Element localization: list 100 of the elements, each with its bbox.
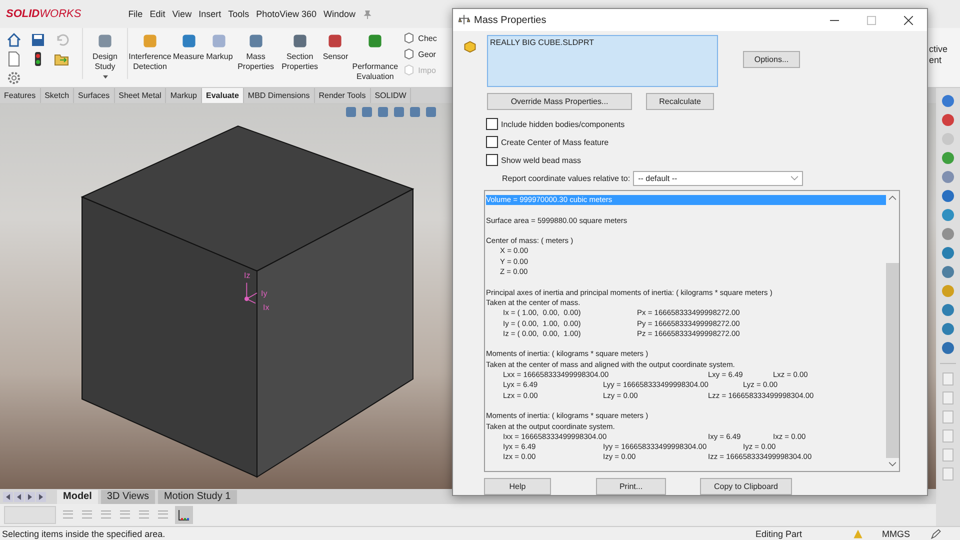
axis-label: Iz <box>244 271 250 280</box>
selection-list[interactable]: REALLY BIG CUBE.SLDPRT <box>487 35 718 87</box>
part-icon <box>463 39 477 53</box>
axis-label: Iy <box>261 289 268 298</box>
task-pane-icon[interactable] <box>940 93 956 109</box>
checkbox[interactable] <box>486 154 498 166</box>
dialog-button[interactable]: Help <box>484 478 551 495</box>
menu-item[interactable]: View <box>172 9 192 19</box>
tool-icon <box>366 32 384 50</box>
pin-icon[interactable] <box>362 10 372 18</box>
view-tool-icon[interactable] <box>361 106 373 118</box>
checkbox[interactable] <box>486 118 498 130</box>
view-tool-icon[interactable] <box>425 106 437 118</box>
ribbon-tool[interactable]: Performance Evaluation <box>349 28 402 82</box>
settings-icon[interactable] <box>6 70 22 86</box>
ribbon-tool[interactable]: Section Properties <box>278 28 322 72</box>
dropdown-field[interactable] <box>4 506 56 524</box>
dialog-button[interactable]: Copy to Clipboard <box>700 478 792 495</box>
coordinate-label: Report coordinate values relative to: <box>502 174 630 183</box>
status-message: Selecting items inside the specified area. <box>2 528 166 538</box>
task-pane-icon[interactable] <box>940 466 956 482</box>
scale-icon <box>458 14 470 26</box>
checkbox-label: Show weld bead mass <box>501 156 582 164</box>
override-button[interactable]: Override Mass Properties... <box>487 93 632 110</box>
new-document-icon[interactable] <box>6 51 22 67</box>
coordinate-dropdown[interactable]: -- default -- <box>633 171 804 186</box>
status-mode: Editing Part <box>755 528 802 538</box>
checkbox-label: Create Center of Mass feature <box>501 138 609 146</box>
task-pane-icon[interactable] <box>940 409 956 425</box>
scroll-arrow-icon[interactable] <box>36 492 46 502</box>
ribbon-tool[interactable]: Interference Detection <box>128 28 172 72</box>
chart-icon[interactable] <box>175 506 193 524</box>
task-pane-icon[interactable] <box>940 207 956 223</box>
scroll-arrow-icon[interactable] <box>3 492 13 502</box>
checkbox[interactable] <box>486 136 498 148</box>
view-tool-icon[interactable] <box>393 106 405 118</box>
task-pane-icon[interactable] <box>940 226 956 242</box>
task-pane-icon[interactable] <box>940 169 956 185</box>
tool-icon <box>141 32 159 50</box>
menu-item[interactable]: PhotoView 360 <box>256 9 316 19</box>
checkbox-label: Include hidden bodies/components <box>501 120 625 128</box>
task-pane-icon[interactable] <box>940 428 956 444</box>
save-icon[interactable] <box>30 32 46 48</box>
axis-label: Ix <box>263 303 270 312</box>
bottom-tab[interactable]: Motion Study 1 <box>158 490 237 504</box>
ribbon-label: ctive <box>929 44 948 55</box>
tool-icon <box>180 32 198 50</box>
caret-icon <box>791 176 798 181</box>
recalculate-button[interactable]: Recalculate <box>646 93 714 110</box>
ribbon-label: ent <box>929 55 943 66</box>
ribbon-tool[interactable]: Sensor <box>322 28 350 62</box>
menu-item[interactable]: Tools <box>228 9 250 19</box>
dialog-title: Mass Properties <box>474 14 548 26</box>
tool-icon <box>326 32 344 50</box>
task-pane-icon[interactable] <box>940 447 956 463</box>
selected-part[interactable]: REALLY BIG CUBE.SLDPRT <box>490 38 715 47</box>
task-pane-icon[interactable] <box>940 371 956 387</box>
maximize-icon[interactable] <box>867 16 876 24</box>
options-button[interactable]: Options... <box>743 51 800 68</box>
scroll-down-icon[interactable] <box>889 462 896 467</box>
tool-icon <box>290 32 309 50</box>
view-tool-icon[interactable] <box>409 106 421 118</box>
view-tool-icon[interactable] <box>377 106 389 118</box>
menu-item[interactable]: Edit <box>150 9 166 19</box>
ribbon-tool[interactable]: Geor <box>403 48 437 60</box>
tool-icon <box>246 32 265 50</box>
task-pane-icon[interactable] <box>940 245 956 261</box>
ribbon-tool[interactable]: Design Study <box>82 28 128 79</box>
ribbon-tool[interactable]: Chec <box>403 32 437 44</box>
units-label[interactable]: MMGS <box>882 528 910 538</box>
ribbon-tool[interactable]: Measure <box>172 28 206 62</box>
task-pane-icon[interactable] <box>940 188 956 204</box>
bottom-tab[interactable]: Model <box>57 490 98 504</box>
ribbon-tool[interactable]: Markup <box>205 28 234 62</box>
task-pane-icon[interactable] <box>940 321 956 337</box>
scroll-arrow-icon[interactable] <box>25 492 35 502</box>
scroll-arrow-icon[interactable] <box>14 492 24 502</box>
home-icon[interactable] <box>6 32 22 48</box>
task-pane-icon[interactable] <box>940 264 956 280</box>
task-pane-icon[interactable] <box>940 112 956 128</box>
bottom-tab[interactable]: 3D Views <box>100 490 155 504</box>
dialog-button[interactable]: Print... <box>596 478 666 495</box>
tool-icon <box>96 32 114 50</box>
edit-icon[interactable] <box>930 528 942 540</box>
close-icon[interactable] <box>904 16 913 24</box>
task-pane-icon[interactable] <box>940 340 956 356</box>
ribbon-tab[interactable]: Evaluate <box>202 88 244 103</box>
caret-icon <box>102 75 108 79</box>
task-pane-icon[interactable] <box>940 390 956 406</box>
task-pane-icon[interactable] <box>940 302 956 318</box>
app-logo: SOLIDWORKS <box>6 8 82 20</box>
menu-item[interactable]: Insert <box>198 9 222 19</box>
menu-item[interactable]: File <box>128 9 143 19</box>
tool-icon <box>210 32 228 50</box>
view-tool-icon[interactable] <box>345 106 357 118</box>
task-pane-icon[interactable] <box>940 283 956 299</box>
menu-item[interactable]: Window <box>324 9 356 19</box>
ribbon-tool[interactable]: Mass Properties <box>234 28 278 72</box>
scroll-up-icon[interactable] <box>889 195 896 200</box>
task-pane-icon[interactable] <box>940 150 956 166</box>
